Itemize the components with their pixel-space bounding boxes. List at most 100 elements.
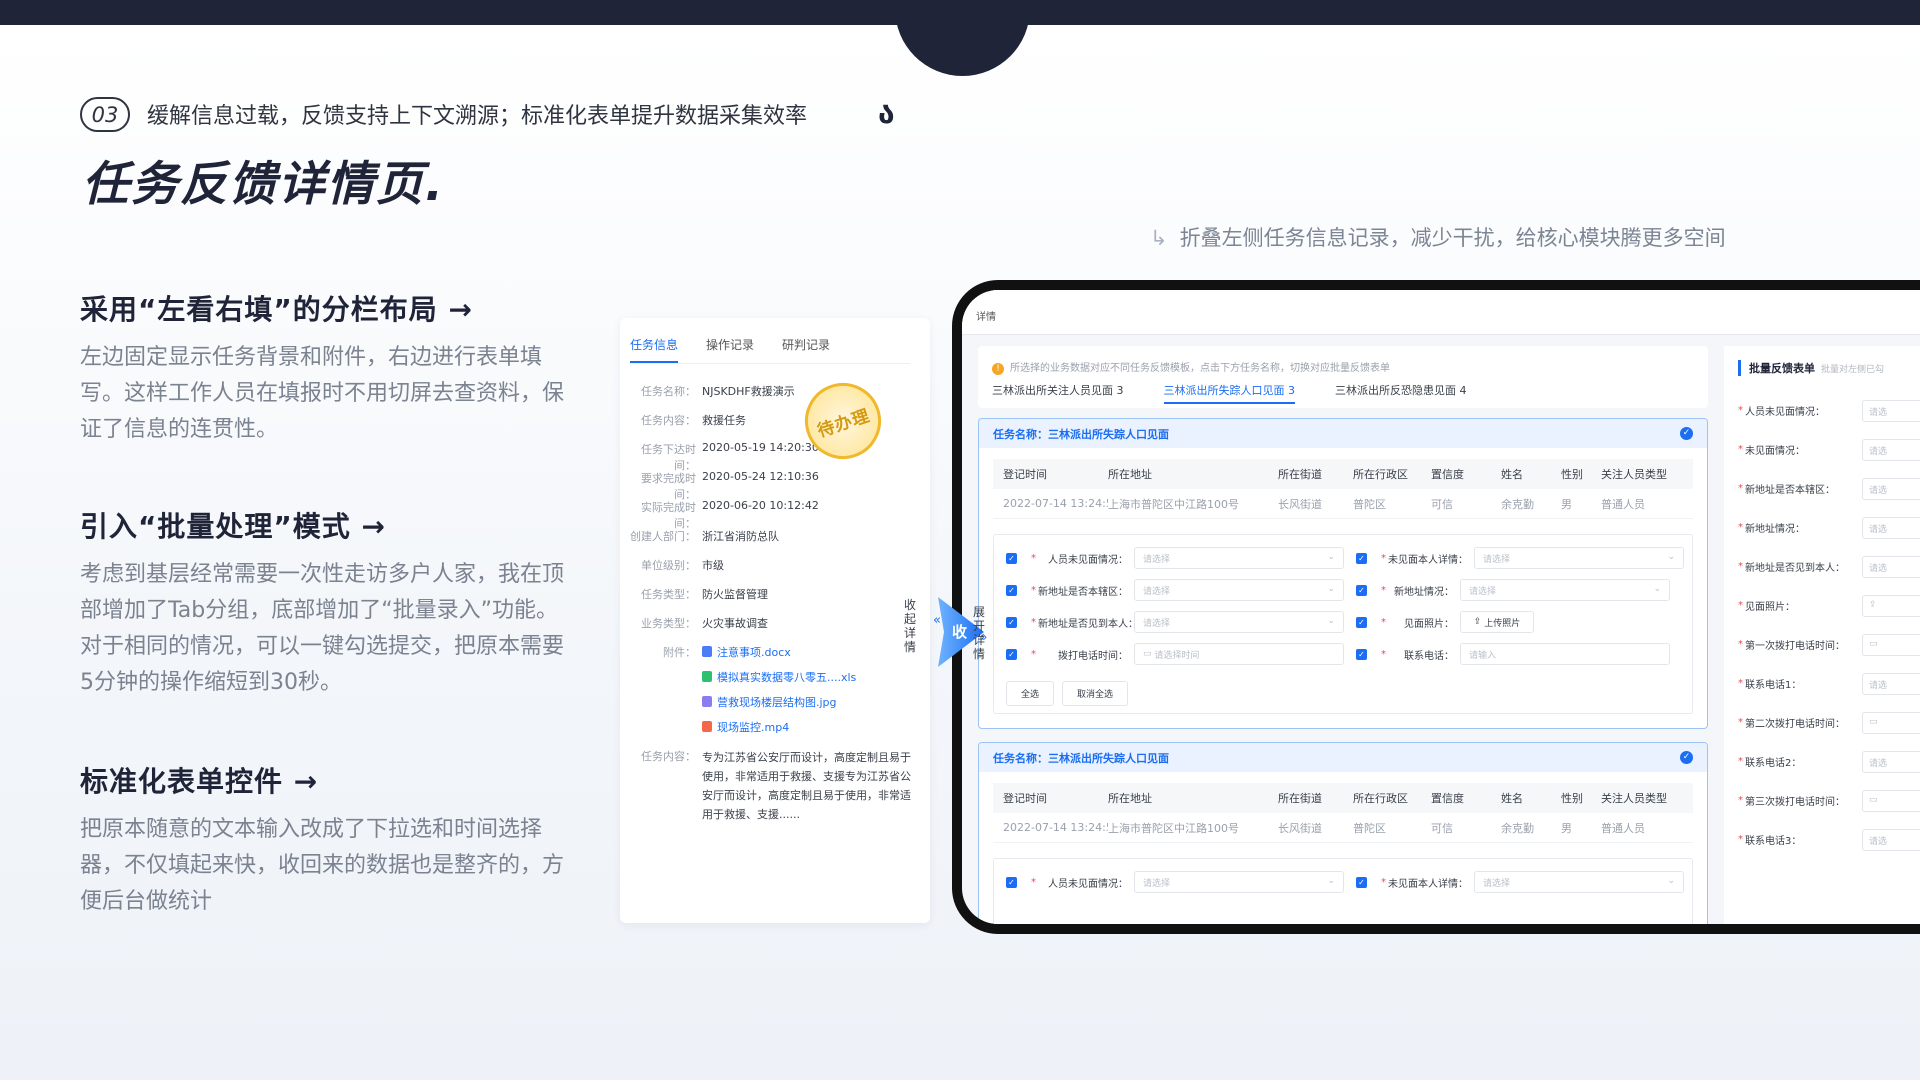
task-block-header[interactable]: 任务名称：三林派出所失踪人口见面 ✓ [979, 743, 1707, 772]
section-title: 引入“批量处理”模式 → [80, 510, 387, 543]
sidebar-input[interactable]: 请选 [1862, 828, 1920, 851]
attachment-link[interactable]: 模拟真实数据零八零五....xls [702, 669, 920, 694]
col-header: 置信度 [1431, 468, 1464, 481]
row-checkbox[interactable]: ✓ [1006, 584, 1017, 596]
form-label: 人员未见面情况： [1745, 407, 1825, 418]
form-row: ✓ * 拨打电话时间： ▭ 请选择时间 [1006, 643, 1344, 665]
form-label: 见面照片： [1404, 618, 1454, 630]
task-title: 任务名称：三林派出所失踪人口见面 [993, 751, 1169, 765]
form-label: 联系电话2： [1745, 758, 1802, 769]
col-header: 姓名 [1501, 468, 1523, 481]
description-label: 任务内容： [641, 750, 696, 763]
sidebar-select[interactable]: 请选 [1862, 399, 1920, 422]
section-body: 把原本随意的文本输入改成了下拉选和时间选择器，不仅填起来快，收回来的数据也是整齐… [80, 817, 565, 914]
table-cell: 上海市普陀区中江路100号 [1108, 821, 1239, 835]
field-label: 创建人部门： [630, 530, 696, 543]
row-checkbox[interactable]: ✓ [1006, 552, 1017, 564]
tab-analysis-log[interactable]: 研判记录 [782, 336, 830, 363]
sidebar-title: 批量反馈表单 批量对左侧已勾 [1738, 360, 1884, 376]
stamp-text: 待办理 [815, 405, 873, 442]
upload-icon[interactable]: ⇪ [1862, 594, 1920, 617]
row-checkbox[interactable]: ✓ [1006, 876, 1017, 888]
tab-group-2[interactable]: 三林派出所失踪人口见面 3 [1163, 382, 1295, 404]
select-field[interactable]: 请选择 ⌄ [1134, 579, 1344, 601]
chevron-left-icon: « [933, 613, 941, 628]
chevron-down-icon: ⌄ [1653, 584, 1661, 594]
row-checkbox[interactable]: ✓ [1356, 876, 1367, 888]
calendar-icon[interactable]: ▭ [1862, 711, 1920, 734]
tab-operation-log[interactable]: 操作记录 [706, 336, 754, 363]
field-value: 浙江省消防总队 [702, 530, 779, 543]
chevron-down-icon: ⌄ [1327, 876, 1335, 886]
description-row: 任务内容： 专为江苏省公安厅而设计，高度定制且易于使用，非常适用于救援、支援专为… [620, 748, 920, 821]
bulk-actions: 全选 取消全选 [1006, 681, 1129, 706]
select-all-button[interactable]: 全选 [1006, 681, 1055, 706]
col-header: 登记时间 [1003, 792, 1047, 805]
sidebar-select[interactable]: 请选 [1862, 477, 1920, 500]
select-field[interactable]: 请选择 ⌄ [1134, 611, 1344, 633]
task-block-header[interactable]: 任务名称：三林派出所失踪人口见面 ✓ [979, 419, 1707, 448]
chevron-down-icon: ⌄ [1327, 552, 1335, 562]
calendar-icon[interactable]: ▭ [1862, 789, 1920, 812]
row-checkbox[interactable]: ✓ [1356, 584, 1367, 596]
sidebar-input[interactable]: 请选 [1862, 750, 1920, 773]
field-row: 任务下达时间： 2020-05-19 14:20:30 [620, 441, 920, 472]
field-label: 任务名称： [641, 385, 696, 398]
sidebar-hint: 批量对左侧已勾 [1821, 365, 1885, 375]
table-row: 2022-07-14 13:24:53 上海市普陀区中江路100号 长风街道 普… [993, 489, 1693, 519]
attachment-link[interactable]: 注意事项.docx [702, 644, 920, 669]
tab-task-info[interactable]: 任务信息 [630, 336, 679, 363]
table-cell: 上海市普陀区中江路100号 [1108, 497, 1239, 511]
col-header: 所在街道 [1278, 468, 1322, 481]
sidebar-field: * 联系电话1： 请选 [1738, 672, 1920, 695]
task-group-tabs: 三林派出所关注人员见面 3 三林派出所失踪人口见面 3 三林派出所反恐隐患见面 … [992, 382, 1467, 404]
row-checkbox[interactable]: ✓ [1006, 616, 1017, 628]
upload-photo-button[interactable]: ⇪ 上传照片 [1460, 611, 1534, 633]
time-picker[interactable]: ▭ 请选择时间 [1134, 643, 1344, 665]
table-cell: 余克勤 [1501, 821, 1534, 835]
doc-file-icon [702, 646, 712, 657]
app-header: 详情 [962, 290, 1920, 335]
row-checkbox[interactable]: ✓ [1356, 616, 1367, 628]
select-field[interactable]: 请选择 ⌄ [1134, 547, 1344, 569]
attachment-link[interactable]: 营救现场楼层结构图.jpg [702, 694, 920, 719]
field-value: 市级 [702, 559, 724, 572]
attachment-name: 现场监控.mp4 [717, 721, 790, 734]
table-cell: 普通人员 [1601, 821, 1645, 835]
sidebar-input[interactable]: 请选 [1862, 672, 1920, 695]
attachment-name: 营救现场楼层结构图.jpg [717, 696, 837, 709]
description-text: 专为江苏省公安厅而设计，高度定制且易于使用，非常适用于救援、支援专为江苏省公安厅… [702, 751, 911, 821]
row-checkbox[interactable]: ✓ [1006, 648, 1017, 660]
attachment-link[interactable]: 现场监控.mp4 [702, 719, 920, 744]
row-checkbox[interactable]: ✓ [1356, 648, 1367, 660]
col-header: 姓名 [1501, 792, 1523, 805]
tab-group-3[interactable]: 三林派出所反恐隐患见面 4 [1335, 382, 1467, 404]
deselect-all-button[interactable]: 取消全选 [1062, 681, 1129, 706]
select-field[interactable]: 请选择 ⌄ [1474, 547, 1684, 569]
sidebar-select[interactable]: 请选 [1862, 555, 1920, 578]
sidebar-select[interactable]: 请选 [1862, 438, 1920, 461]
form-label: 新地址是否见到本人： [1745, 563, 1845, 574]
page-title: 任务反馈详情页. [82, 157, 445, 212]
phone-input[interactable]: 请输入 [1460, 643, 1670, 665]
table-cell: 可信 [1431, 497, 1453, 511]
collapse-details-label[interactable]: 收起详情 [904, 598, 918, 654]
check-circle-icon[interactable]: ✓ [1680, 427, 1693, 440]
form-label: 未见面本人详情： [1388, 878, 1468, 890]
form-label: 未见面情况： [1745, 446, 1805, 457]
form-row: ✓ * 新地址是否本辖区： 请选择 ⌄ [1006, 579, 1344, 601]
tab-group-1[interactable]: 三林派出所关注人员见面 3 [992, 382, 1124, 404]
sidebar-select[interactable]: 请选 [1862, 516, 1920, 539]
check-circle-icon[interactable]: ✓ [1680, 751, 1693, 764]
row-checkbox[interactable]: ✓ [1356, 552, 1367, 564]
batch-form: ✓ * 人员未见面情况： 请选择 ⌄ ✓ * 未见面本人详情： 请选择 ⌄ [993, 858, 1693, 924]
expand-details-label[interactable]: 展开详情 [973, 605, 987, 661]
select-field[interactable]: 请选择 ⌄ [1134, 871, 1344, 893]
select-field[interactable]: 请选择 ⌄ [1460, 579, 1670, 601]
select-field[interactable]: 请选择 ⌄ [1474, 871, 1684, 893]
calendar-icon[interactable]: ▭ [1862, 633, 1920, 656]
calendar-icon: ▭ [1143, 649, 1155, 659]
field-label: 实际完成时间： [641, 501, 696, 530]
task-title: 任务名称：三林派出所失踪人口见面 [993, 427, 1169, 441]
task-info-tabs: 任务信息 操作记录 研判记录 [630, 336, 830, 363]
